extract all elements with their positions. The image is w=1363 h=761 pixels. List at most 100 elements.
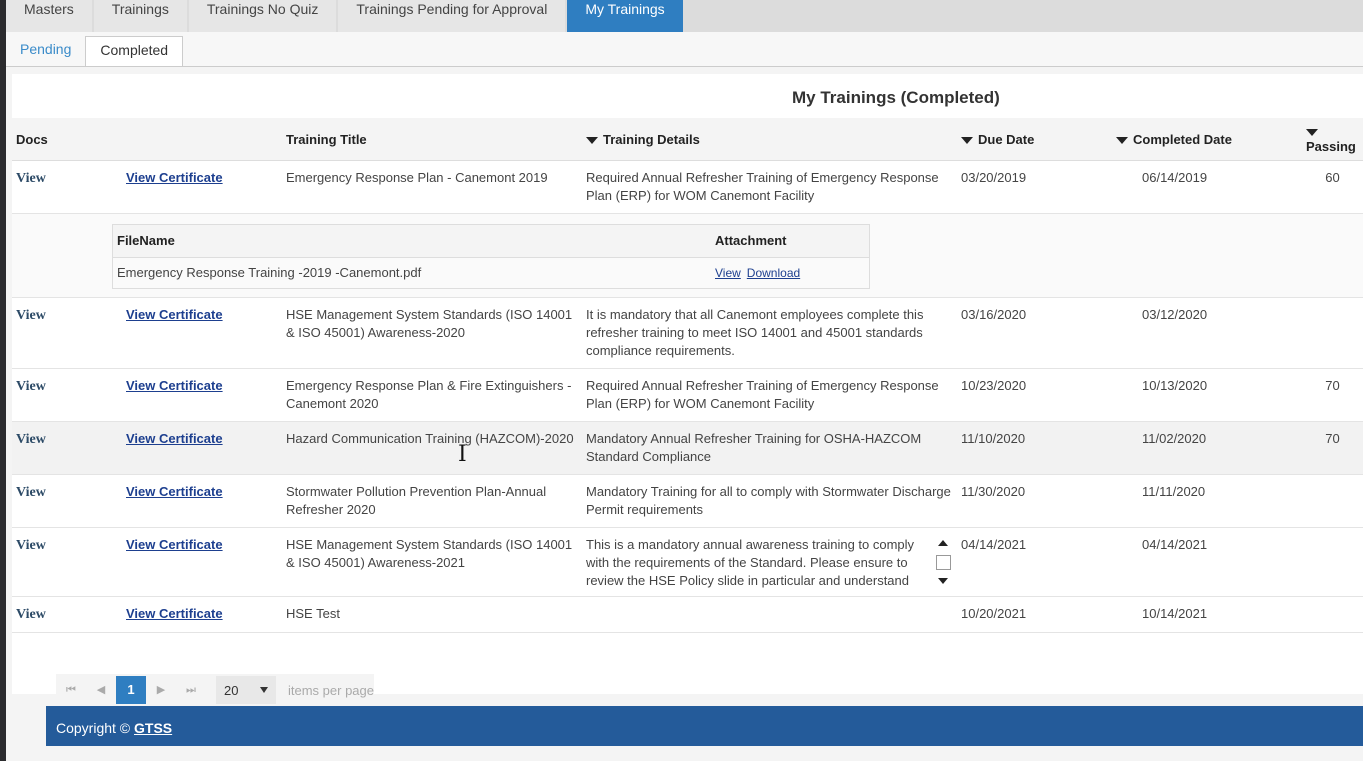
due-date: 04/14/2021 <box>957 527 1112 597</box>
view-certificate-link[interactable]: View Certificate <box>126 537 223 552</box>
training-title: HSE Test <box>282 596 582 633</box>
header-due-date[interactable]: Due Date <box>957 118 1112 161</box>
passing-score <box>1302 527 1363 597</box>
completed-date: 10/13/2020 <box>1112 368 1302 422</box>
view-link[interactable]: View <box>16 485 46 500</box>
tab-trainings-no-quiz[interactable]: Trainings No Quiz <box>188 0 337 32</box>
passing-score <box>1302 297 1363 369</box>
header-passing[interactable]: Passing <box>1302 118 1363 161</box>
due-date: 03/16/2020 <box>957 297 1112 369</box>
header-docs: Docs <box>12 118 122 161</box>
page-size-value: 20 <box>224 682 239 698</box>
view-certificate-link[interactable]: View Certificate <box>126 170 223 185</box>
view-certificate-link[interactable]: View Certificate <box>126 606 223 621</box>
table-row: View View Certificate HSE Management Sys… <box>12 527 1363 597</box>
trainings-grid: Docs Training Title Training Details Due… <box>12 118 1363 633</box>
view-link[interactable]: View <box>16 607 46 622</box>
training-title: Emergency Response Plan - Canemont 2019 <box>282 160 582 214</box>
page-size-select[interactable]: 20 <box>216 676 276 704</box>
due-date: 11/30/2020 <box>957 474 1112 528</box>
view-certificate-link[interactable]: View Certificate <box>126 484 223 499</box>
scroll-down-icon[interactable] <box>938 578 948 584</box>
passing-score: 60 <box>1302 160 1363 214</box>
completed-date: 10/14/2021 <box>1112 596 1302 633</box>
current-page-button[interactable]: 1 <box>116 676 146 704</box>
filter-icon[interactable] <box>586 136 598 144</box>
header-completed-date[interactable]: Completed Date <box>1112 118 1302 161</box>
filter-icon[interactable] <box>961 136 973 144</box>
tab-trainings-pending-approval[interactable]: Trainings Pending for Approval <box>338 0 566 32</box>
filter-icon[interactable] <box>1306 129 1318 137</box>
training-title: HSE Management System Standards (ISO 140… <box>282 527 582 597</box>
filter-icon[interactable] <box>1116 136 1128 144</box>
completed-date: 11/11/2020 <box>1112 474 1302 528</box>
next-page-icon[interactable]: ▶ <box>146 676 176 704</box>
items-per-page-label: items per page <box>288 682 374 698</box>
grid-title: My Trainings (Completed) <box>792 88 1000 107</box>
subtab-pending[interactable]: Pending <box>6 36 85 66</box>
completed-date: 06/14/2019 <box>1112 160 1302 214</box>
last-page-icon[interactable]: ⏭ <box>176 676 206 704</box>
due-date: 11/10/2020 <box>957 421 1112 475</box>
tab-trainings[interactable]: Trainings <box>93 0 187 32</box>
attachment-download-link[interactable]: Download <box>747 266 800 280</box>
table-row: View View Certificate Emergency Response… <box>12 368 1363 422</box>
passing-score: 70 <box>1302 421 1363 475</box>
view-certificate-link[interactable]: View Certificate <box>126 378 223 393</box>
first-page-icon[interactable]: ⏮ <box>56 676 86 704</box>
training-title: HSE Management System Standards (ISO 140… <box>282 297 582 369</box>
completed-date: 11/02/2020 <box>1112 421 1302 475</box>
completed-date: 04/14/2021 <box>1112 527 1302 597</box>
training-title: Hazard Communication Training (HAZCOM)-2… <box>282 421 582 475</box>
due-date: 03/20/2019 <box>957 160 1112 214</box>
view-link[interactable]: View <box>16 171 46 186</box>
details-scrollbar[interactable] <box>935 536 951 588</box>
passing-score <box>1302 474 1363 528</box>
view-certificate-link[interactable]: View Certificate <box>126 431 223 446</box>
grid-panel: My Trainings (Completed) Docs Training T… <box>12 74 1363 694</box>
view-link[interactable]: View <box>16 432 46 447</box>
copyright-text: Copyright © <box>56 720 135 736</box>
grid-header-row: Docs Training Title Training Details Due… <box>12 118 1363 161</box>
gtss-link[interactable]: GTSS <box>134 720 172 736</box>
chevron-down-icon <box>260 687 268 693</box>
view-link[interactable]: View <box>16 308 46 323</box>
view-link[interactable]: View <box>16 379 46 394</box>
training-details: Required Annual Refresher Training of Em… <box>582 368 957 422</box>
header-training-details[interactable]: Training Details <box>582 118 957 161</box>
table-row: View View Certificate Hazard Communicati… <box>12 421 1363 475</box>
header-filename: FileName <box>112 224 711 258</box>
header-attachment: Attachment <box>711 224 870 258</box>
prev-page-icon[interactable]: ◀ <box>86 676 116 704</box>
training-title: Emergency Response Plan & Fire Extinguis… <box>282 368 582 422</box>
training-details: Required Annual Refresher Training of Em… <box>582 160 957 214</box>
training-details: Mandatory Training for all to comply wit… <box>582 474 957 528</box>
details-scrollbox[interactable]: This is a mandatory annual awareness tra… <box>586 536 953 588</box>
tab-masters[interactable]: Masters <box>6 0 92 32</box>
training-title: Stormwater Pollution Prevention Plan-Ann… <box>282 474 582 528</box>
tab-my-trainings[interactable]: My Trainings <box>567 0 683 32</box>
subtabs: Pending Completed <box>6 32 1363 67</box>
scroll-thumb[interactable] <box>935 554 951 570</box>
app-screen: Masters Trainings Trainings No Quiz Trai… <box>6 0 1363 761</box>
header-cert <box>122 118 282 161</box>
view-link[interactable]: View <box>16 538 46 553</box>
training-details: It is mandatory that all Canemont employ… <box>582 297 957 369</box>
view-certificate-link[interactable]: View Certificate <box>126 307 223 322</box>
table-row: View View Certificate Stormwater Polluti… <box>12 474 1363 528</box>
subtab-completed[interactable]: Completed <box>85 36 184 66</box>
header-training-title[interactable]: Training Title <box>282 118 582 161</box>
passing-score <box>1302 596 1363 633</box>
pager: ⏮ ◀ 1 ▶ ⏭ 20 items per page <box>56 674 374 706</box>
attachment-filename: Emergency Response Training -2019 -Canem… <box>117 265 422 280</box>
scroll-up-icon[interactable] <box>938 540 948 546</box>
training-details: This is a mandatory annual awareness tra… <box>586 537 915 588</box>
table-row: View View Certificate HSE Management Sys… <box>12 297 1363 369</box>
due-date: 10/20/2021 <box>957 596 1112 633</box>
text-cursor-icon: I <box>458 442 467 467</box>
footer: Copyright © GTSS <box>46 706 1363 746</box>
attachment-view-link[interactable]: View <box>715 266 741 280</box>
table-row: View View Certificate Emergency Response… <box>12 160 1363 214</box>
attachments-table: FileName Attachment Emergency Response T… <box>112 224 870 289</box>
completed-date: 03/12/2020 <box>1112 297 1302 369</box>
